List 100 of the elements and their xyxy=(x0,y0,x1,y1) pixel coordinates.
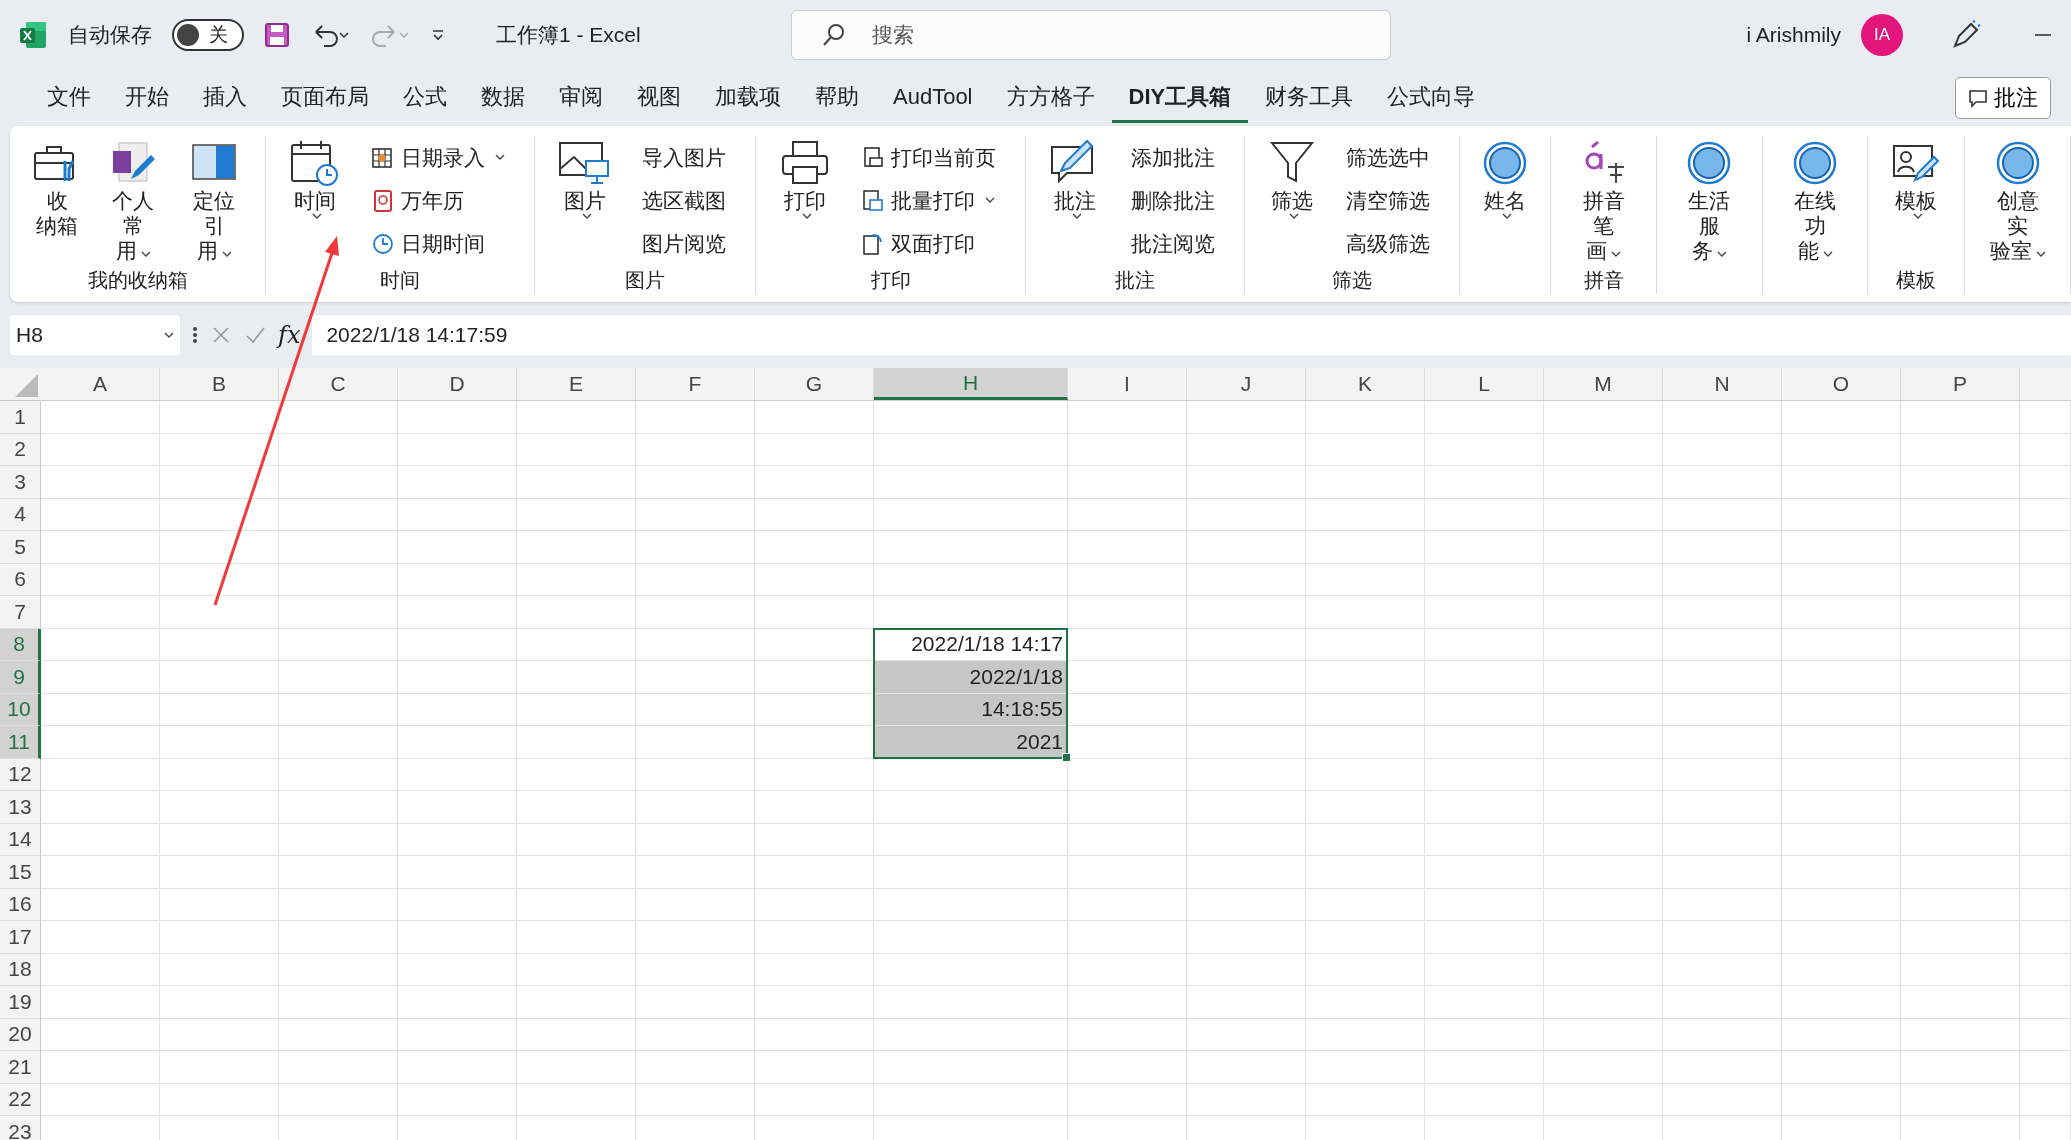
table-cell[interactable] xyxy=(1187,466,1306,499)
table-cell[interactable] xyxy=(517,758,636,791)
table-cell[interactable] xyxy=(1663,888,1782,921)
table-cell[interactable] xyxy=(41,693,160,726)
table-cell[interactable] xyxy=(1425,466,1544,499)
table-cell[interactable] xyxy=(2020,986,2071,1019)
table-cell[interactable] xyxy=(1544,1083,1663,1116)
table-cell[interactable] xyxy=(1782,791,1901,824)
row-header[interactable]: 23 xyxy=(0,1116,41,1140)
table-cell[interactable] xyxy=(1544,823,1663,856)
ribbon-button[interactable]: 导入图片 xyxy=(638,141,731,174)
table-cell[interactable] xyxy=(2020,1018,2071,1051)
menu-tab[interactable]: 加载项 xyxy=(698,73,798,123)
table-cell[interactable] xyxy=(1544,433,1663,466)
table-cell[interactable] xyxy=(1068,628,1187,661)
ribbon-button[interactable]: 批注阅览 xyxy=(1127,227,1220,260)
table-cell[interactable] xyxy=(1663,628,1782,661)
table-cell[interactable] xyxy=(41,466,160,499)
row-header[interactable]: 11 xyxy=(0,726,41,759)
table-cell[interactable] xyxy=(1782,433,1901,466)
pen-icon[interactable] xyxy=(1951,20,1981,50)
row-header[interactable]: 1 xyxy=(0,401,41,434)
table-cell[interactable] xyxy=(1544,921,1663,954)
more-icon[interactable] xyxy=(192,325,198,345)
ribbon-button[interactable]: 万年历 xyxy=(367,184,510,217)
table-cell[interactable] xyxy=(279,888,398,921)
ribbon-button[interactable]: 选区截图 xyxy=(638,184,731,217)
table-cell[interactable] xyxy=(1901,1018,2020,1051)
table-cell[interactable] xyxy=(1663,401,1782,434)
table-cell[interactable] xyxy=(1901,791,2020,824)
table-cell[interactable] xyxy=(1782,856,1901,889)
table-cell[interactable] xyxy=(1306,531,1425,564)
table-cell[interactable] xyxy=(160,693,279,726)
ribbon-button[interactable]: 打印当前页 xyxy=(857,141,1001,174)
table-cell[interactable] xyxy=(517,856,636,889)
table-cell[interactable] xyxy=(1306,466,1425,499)
table-cell[interactable] xyxy=(874,986,1068,1019)
ribbon-button[interactable]: 模板 xyxy=(1881,136,1952,265)
table-cell[interactable] xyxy=(1425,1018,1544,1051)
table-cell[interactable] xyxy=(755,401,874,434)
table-cell[interactable] xyxy=(636,1018,755,1051)
ribbon-button[interactable]: 图片阅览 xyxy=(638,227,731,260)
table-cell[interactable] xyxy=(1425,401,1544,434)
column-header[interactable]: H xyxy=(874,368,1068,400)
table-cell[interactable] xyxy=(1425,953,1544,986)
table-cell[interactable] xyxy=(279,596,398,629)
table-cell[interactable] xyxy=(41,1018,160,1051)
row-header[interactable]: 5 xyxy=(0,531,41,564)
table-cell[interactable] xyxy=(1663,531,1782,564)
ribbon-button[interactable]: 日期录入 xyxy=(367,141,510,174)
ribbon-button[interactable]: 筛选 xyxy=(1258,136,1327,265)
table-cell[interactable] xyxy=(636,953,755,986)
redo-icon[interactable] xyxy=(370,22,410,48)
column-header[interactable]: B xyxy=(160,368,279,400)
table-cell[interactable] xyxy=(1425,596,1544,629)
table-cell[interactable] xyxy=(398,986,517,1019)
table-cell[interactable] xyxy=(517,1018,636,1051)
column-header[interactable]: M xyxy=(1544,368,1663,400)
row-header[interactable]: 19 xyxy=(0,986,41,1019)
table-cell[interactable] xyxy=(755,1018,874,1051)
avatar[interactable]: IA xyxy=(1861,14,1903,56)
table-cell[interactable] xyxy=(279,856,398,889)
table-cell[interactable] xyxy=(755,921,874,954)
table-cell[interactable] xyxy=(1663,563,1782,596)
table-cell[interactable] xyxy=(517,888,636,921)
table-cell[interactable] xyxy=(279,1018,398,1051)
table-cell[interactable] xyxy=(41,856,160,889)
table-cell[interactable] xyxy=(398,433,517,466)
table-cell[interactable] xyxy=(160,888,279,921)
table-cell[interactable] xyxy=(1901,856,2020,889)
customize-icon[interactable] xyxy=(430,27,446,43)
table-cell[interactable] xyxy=(636,498,755,531)
table-cell[interactable] xyxy=(517,1083,636,1116)
table-cell[interactable] xyxy=(41,401,160,434)
table-cell[interactable] xyxy=(636,726,755,759)
table-cell[interactable] xyxy=(517,531,636,564)
table-cell[interactable] xyxy=(636,1051,755,1084)
ribbon-button[interactable]: 删除批注 xyxy=(1127,184,1220,217)
table-cell[interactable] xyxy=(1544,498,1663,531)
table-cell[interactable] xyxy=(1187,661,1306,694)
table-cell[interactable] xyxy=(1425,433,1544,466)
table-cell[interactable] xyxy=(398,498,517,531)
ribbon-button[interactable]: 定位引 用 xyxy=(175,136,253,265)
table-cell[interactable] xyxy=(1306,888,1425,921)
table-cell[interactable] xyxy=(160,563,279,596)
table-cell[interactable] xyxy=(1425,986,1544,1019)
table-cell[interactable] xyxy=(1068,856,1187,889)
table-cell[interactable] xyxy=(1306,791,1425,824)
table-cell[interactable] xyxy=(1306,563,1425,596)
table-cell[interactable] xyxy=(636,596,755,629)
table-cell[interactable] xyxy=(160,1083,279,1116)
table-cell[interactable] xyxy=(279,401,398,434)
table-cell[interactable] xyxy=(1901,563,2020,596)
table-cell[interactable] xyxy=(1425,498,1544,531)
minimize-icon[interactable] xyxy=(2033,33,2053,37)
table-cell[interactable] xyxy=(2020,661,2071,694)
table-cell[interactable] xyxy=(279,758,398,791)
table-cell[interactable] xyxy=(160,986,279,1019)
table-cell[interactable] xyxy=(636,921,755,954)
table-cell[interactable] xyxy=(1068,986,1187,1019)
